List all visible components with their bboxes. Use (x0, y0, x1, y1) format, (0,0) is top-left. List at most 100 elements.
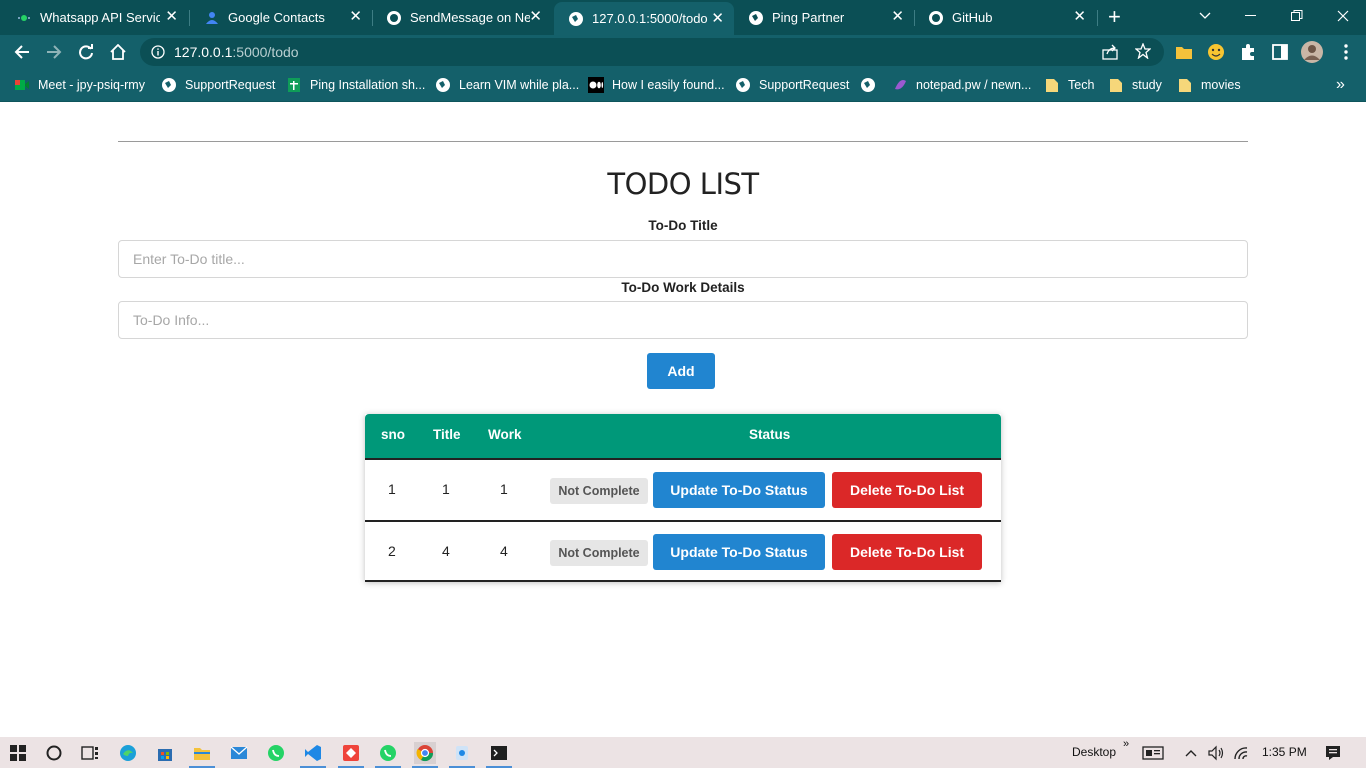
clock[interactable]: 1:35 PM (1262, 745, 1307, 759)
action-center-button[interactable] (1322, 742, 1344, 764)
tab-search-button[interactable] (1182, 0, 1228, 32)
new-tab-button[interactable]: + (1108, 4, 1121, 30)
anydesk-app[interactable] (340, 742, 362, 764)
mail-app[interactable] (228, 742, 250, 764)
app-generic-icon (456, 746, 468, 760)
bookmarks-overflow-button[interactable]: » (1336, 76, 1345, 94)
bookmark-notepad[interactable]: notepad.pw / newn... (892, 76, 1031, 94)
bookmark-how-i-easily-found[interactable]: How I easily found... (588, 76, 725, 94)
bookmark-folder-tech[interactable]: Tech (1044, 76, 1094, 94)
file-explorer-icon (194, 748, 210, 760)
bookmark-label: SupportRequest (759, 78, 850, 92)
extension-emoji-button[interactable] (1204, 40, 1228, 64)
extension-folder-button[interactable] (1172, 40, 1196, 64)
tab-separator (1097, 10, 1098, 26)
share-icon[interactable] (1102, 44, 1118, 65)
taskbar-overflow-chevron[interactable]: » (1123, 738, 1129, 750)
file-explorer-app[interactable] (191, 742, 213, 764)
tab-whatsapp-api-service[interactable]: Whatsapp API Service ✕ (2, 0, 188, 35)
task-view-button[interactable] (79, 742, 101, 764)
close-icon[interactable]: ✕ (711, 11, 724, 27)
news-widget-button[interactable] (1142, 742, 1164, 764)
info-icon[interactable] (151, 45, 165, 64)
chrome-icon (416, 745, 434, 762)
whatsapp-app[interactable] (265, 742, 287, 764)
delete-todo-button[interactable]: Delete To-Do List (832, 472, 982, 508)
tab-github[interactable]: GitHub ✕ (914, 0, 1096, 35)
cell-work: 1 (500, 481, 508, 497)
home-button[interactable] (106, 40, 130, 64)
tab-todo-active[interactable]: 127.0.0.1:5000/todo ✕ (554, 2, 734, 35)
globe-icon (161, 77, 177, 93)
address-path: :5000/todo (232, 44, 299, 60)
terminal-app[interactable] (488, 742, 510, 764)
delete-todo-button[interactable]: Delete To-Do List (832, 534, 982, 570)
volume-button[interactable] (1205, 742, 1227, 764)
whatsapp-app-2[interactable] (377, 742, 399, 764)
google-contacts-icon (204, 10, 220, 26)
tab-ping-partner[interactable]: Ping Partner ✕ (734, 0, 914, 35)
bookmark-folder-study[interactable]: study (1108, 76, 1162, 94)
address-url: 127.0.0.1:5000/todo (174, 44, 299, 60)
reload-button[interactable] (74, 40, 98, 64)
side-panel-button[interactable] (1268, 40, 1292, 64)
bookmark-label: notepad.pw / newn... (916, 78, 1032, 92)
bookmark-star-icon[interactable] (1134, 42, 1152, 64)
bookmark-meet[interactable]: Meet - jpy-psiq-rmy (14, 76, 145, 94)
todo-work-input[interactable] (118, 301, 1248, 339)
bookmark-folder-movies[interactable]: movies (1177, 76, 1241, 94)
vscode-icon (305, 745, 321, 761)
tab-google-contacts[interactable]: Google Contacts ✕ (190, 0, 372, 35)
todo-title-label: To-Do Title (648, 218, 718, 233)
close-icon[interactable]: ✕ (1073, 9, 1086, 25)
address-bar[interactable]: 127.0.0.1:5000/todo (140, 38, 1164, 66)
table-row: 1 1 1 Not Complete Update To-Do Status D… (365, 458, 1001, 520)
close-window-button[interactable] (1320, 0, 1366, 32)
close-icon[interactable]: ✕ (165, 9, 178, 25)
close-icon (1337, 10, 1349, 22)
close-icon[interactable]: ✕ (349, 9, 362, 25)
bookmark-learn-vim[interactable]: Learn VIM while pla... (435, 76, 579, 94)
meet-icon (14, 77, 30, 93)
globe-icon (735, 77, 751, 93)
tab-sendmessage[interactable]: SendMessage on New ✕ (372, 0, 552, 35)
desktop-toolbar-label[interactable]: Desktop (1072, 745, 1116, 759)
chrome-menu-button[interactable] (1334, 40, 1358, 64)
todo-title-input[interactable] (118, 240, 1248, 278)
medium-icon (588, 77, 604, 93)
wifi-icon (1234, 747, 1248, 760)
bookmark-ping-installation[interactable]: Ping Installation sh... (286, 76, 425, 94)
bookmark-unnamed[interactable] (860, 76, 884, 94)
page-title: TODO LIST (607, 167, 759, 201)
show-hidden-icons-button[interactable] (1180, 742, 1202, 764)
network-button[interactable] (1230, 742, 1252, 764)
chrome-app[interactable] (414, 742, 436, 764)
minimize-button[interactable] (1228, 0, 1274, 32)
start-button[interactable] (7, 742, 29, 764)
home-icon (110, 44, 126, 60)
cortana-icon (46, 745, 62, 761)
folder-icon (1108, 77, 1124, 93)
cortana-button[interactable] (43, 742, 65, 764)
back-button[interactable] (10, 40, 34, 64)
add-button[interactable]: Add (647, 353, 715, 389)
close-icon[interactable]: ✕ (529, 9, 542, 25)
browser-tab-strip: Whatsapp API Service ✕ Google Contacts ✕… (0, 0, 1366, 35)
whatsapp-icon (268, 745, 284, 761)
windows-logo-icon (10, 745, 26, 761)
globe-icon (748, 10, 764, 26)
edge-app[interactable] (117, 742, 139, 764)
close-icon[interactable]: ✕ (891, 9, 904, 25)
update-status-button[interactable]: Update To-Do Status (653, 472, 825, 508)
profile-button[interactable] (1300, 40, 1324, 64)
app-icon-generic[interactable] (451, 742, 473, 764)
status-badge: Not Complete (550, 540, 648, 566)
update-status-button[interactable]: Update To-Do Status (653, 534, 825, 570)
forward-button[interactable] (42, 40, 66, 64)
vscode-app[interactable] (302, 742, 324, 764)
store-app[interactable] (154, 742, 176, 764)
bookmark-supportrequest-2[interactable]: SupportRequest (735, 76, 849, 94)
bookmark-supportrequest[interactable]: SupportRequest (161, 76, 275, 94)
extensions-button[interactable] (1236, 40, 1260, 64)
restore-button[interactable] (1274, 0, 1320, 32)
